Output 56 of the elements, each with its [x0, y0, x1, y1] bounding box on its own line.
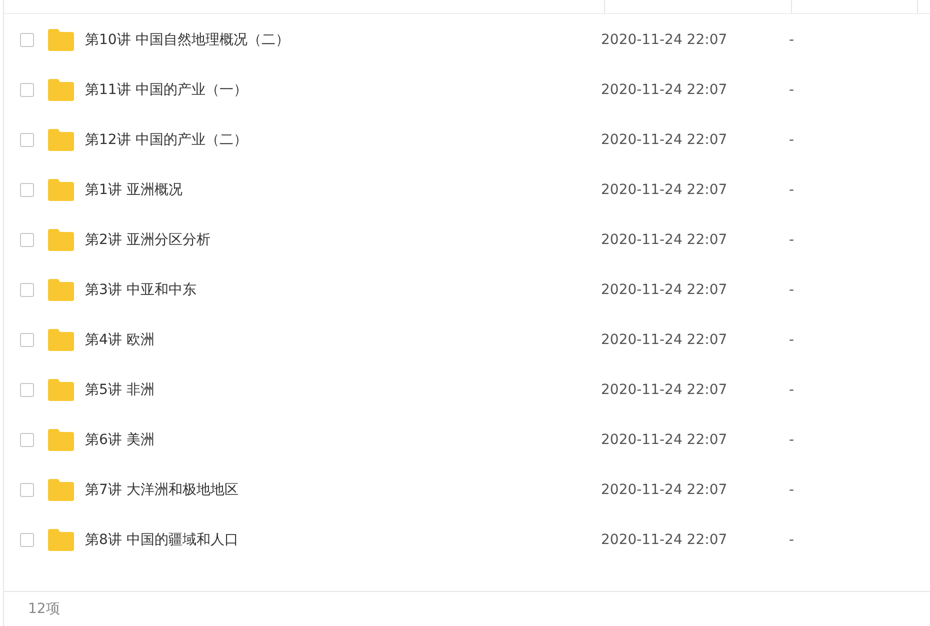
modified-date: 2020-11-24 22:07 [601, 32, 728, 48]
folder-icon [48, 379, 74, 401]
file-size: - [789, 382, 794, 398]
file-size: - [789, 32, 794, 48]
folder-icon [48, 129, 74, 151]
folder-icon [48, 29, 74, 51]
file-size: - [789, 332, 794, 348]
item-count: 12项 [28, 600, 60, 618]
checkbox[interactable] [20, 483, 34, 497]
file-name[interactable]: 第3讲 中亚和中东 [85, 281, 601, 299]
modified-date: 2020-11-24 22:07 [601, 282, 728, 298]
file-name[interactable]: 第11讲 中国的产业（一） [85, 81, 601, 99]
modified-date: 2020-11-24 22:07 [601, 182, 728, 198]
folder-icon [48, 229, 74, 251]
checkbox[interactable] [20, 433, 34, 447]
file-name[interactable]: 第10讲 中国自然地理概况（二） [85, 31, 601, 49]
file-name[interactable]: 第5讲 非洲 [85, 381, 601, 399]
folder-icon [48, 529, 74, 551]
modified-date: 2020-11-24 22:07 [601, 132, 728, 148]
file-size: - [789, 132, 794, 148]
modified-date: 2020-11-24 22:07 [601, 432, 728, 448]
file-name[interactable]: 第6讲 美洲 [85, 431, 601, 449]
file-size: - [789, 182, 794, 198]
checkbox[interactable] [20, 233, 34, 247]
checkbox[interactable] [20, 533, 34, 547]
checkbox[interactable] [20, 83, 34, 97]
file-size: - [789, 282, 794, 298]
modified-date: 2020-11-24 22:07 [601, 232, 728, 248]
checkbox[interactable] [20, 33, 34, 47]
folder-icon [48, 79, 74, 101]
folder-icon [48, 479, 74, 501]
modified-date: 2020-11-24 22:07 [601, 482, 728, 498]
file-name[interactable]: 第12讲 中国的产业（二） [85, 131, 601, 149]
file-name[interactable]: 第1讲 亚洲概况 [85, 181, 601, 199]
folder-icon [48, 429, 74, 451]
file-size: - [789, 82, 794, 98]
file-name[interactable]: 第7讲 大洋洲和极地地区 [85, 481, 601, 499]
file-name[interactable]: 第8讲 中国的疆域和人口 [85, 531, 601, 549]
modified-date: 2020-11-24 22:07 [601, 332, 728, 348]
folder-icon [48, 279, 74, 301]
checkbox[interactable] [20, 333, 34, 347]
checkbox[interactable] [20, 383, 34, 397]
file-size: - [789, 232, 794, 248]
checkbox[interactable] [20, 183, 34, 197]
checkbox[interactable] [20, 133, 34, 147]
modified-date: 2020-11-24 22:07 [601, 532, 728, 548]
file-name[interactable]: 第4讲 欧洲 [85, 331, 601, 349]
modified-date: 2020-11-24 22:07 [601, 82, 728, 98]
modified-date: 2020-11-24 22:07 [601, 382, 728, 398]
file-size: - [789, 532, 794, 548]
file-size: - [789, 432, 794, 448]
file-name[interactable]: 第2讲 亚洲分区分析 [85, 231, 601, 249]
folder-icon [48, 179, 74, 201]
checkbox[interactable] [20, 283, 34, 297]
file-size: - [789, 482, 794, 498]
folder-icon [48, 329, 74, 351]
